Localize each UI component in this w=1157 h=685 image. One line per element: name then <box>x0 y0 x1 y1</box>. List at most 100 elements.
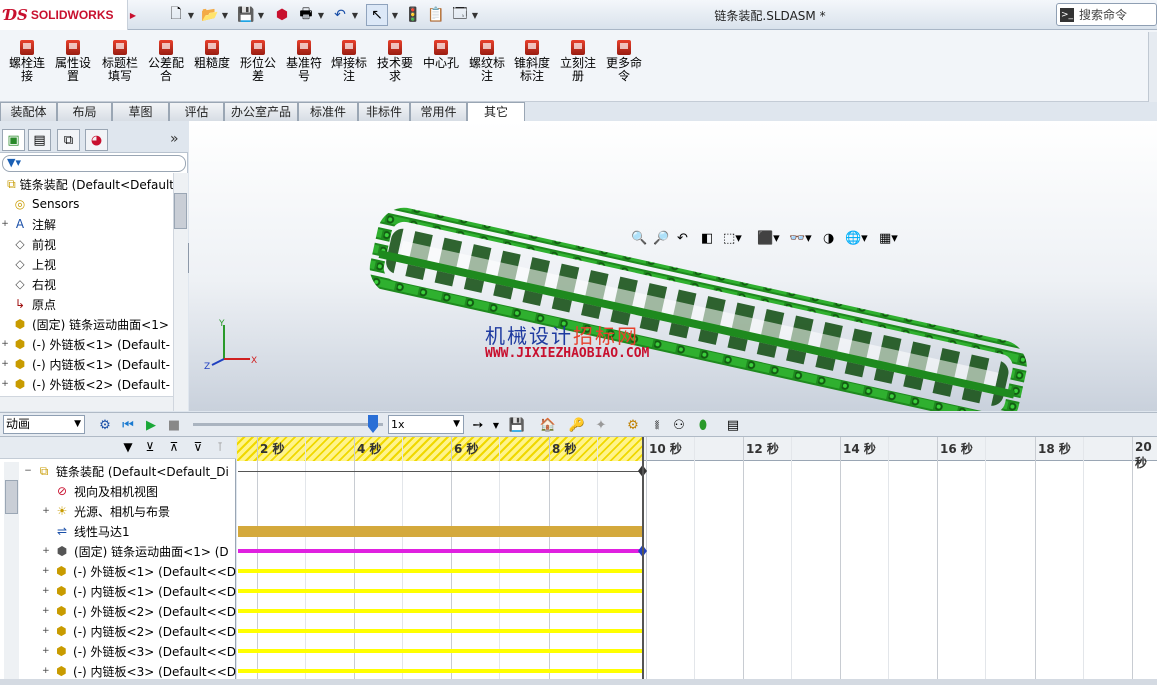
expand-icon[interactable]: + <box>40 646 52 656</box>
playback-mode-icon[interactable]: ➙ <box>470 416 486 434</box>
add-key-icon[interactable]: ✦ <box>592 416 610 434</box>
open-dropdown-icon[interactable]: ▼ <box>220 4 230 26</box>
time-bar[interactable] <box>642 437 644 685</box>
stop-icon[interactable]: ■ <box>165 416 183 434</box>
motor-timeline-bar[interactable] <box>238 526 642 537</box>
undo-icon[interactable]: ↶ <box>330 4 350 26</box>
graphics-viewport[interactable]: 🔍 🔎 ↶ ◧ ⬚▾ ⬛▾ 👓▾ ◑ 🌐▾ ▦▾ Y X Z <box>189 121 1157 411</box>
study-type-select[interactable]: 动画 ▼ <box>3 415 85 434</box>
tab[interactable]: 布局 <box>57 102 112 121</box>
component-timeline-bar[interactable] <box>238 649 642 653</box>
filter-results-icon[interactable]: ⊽ <box>190 440 206 456</box>
expand-icon[interactable]: − <box>22 466 34 476</box>
command-button[interactable]: 中心孔 <box>419 40 463 70</box>
feature-tree-item[interactable]: ◇ 上视 <box>0 254 174 274</box>
options-icon[interactable]: 🗔 <box>450 4 470 26</box>
new-document-icon[interactable]: 🗋 <box>166 4 186 26</box>
tab[interactable]: 其它 <box>467 102 525 122</box>
tree-hscrollbar[interactable] <box>0 396 173 411</box>
component-timeline-bar[interactable] <box>238 569 642 573</box>
component-timeline-bar[interactable] <box>238 609 642 613</box>
motion-tree-item[interactable]: + ⬢ (-) 内链板<3> (Default<<D <box>22 661 236 681</box>
feature-tree-item[interactable]: + ⬢ (-) 外链板<1> (Default- <box>0 334 174 354</box>
timeline[interactable] <box>237 437 1157 685</box>
save-icon[interactable]: 💾 <box>236 4 256 26</box>
expand-icon[interactable]: + <box>40 666 52 676</box>
command-button[interactable]: 立刻注册 <box>556 40 600 83</box>
filter-disabled-icon[interactable]: ⊺ <box>212 440 228 456</box>
autokey-icon[interactable]: 🔑 <box>568 416 586 434</box>
make-assembly-icon[interactable]: ⬢ <box>272 4 292 26</box>
tree-scroll-thumb[interactable] <box>174 193 187 229</box>
component-timeline-bar[interactable] <box>238 549 642 553</box>
open-folder-icon[interactable]: 📂 <box>200 4 220 26</box>
animation-wizard-icon[interactable]: 🏠 <box>538 416 558 434</box>
file-properties-icon[interactable]: 📋 <box>426 4 446 26</box>
contact-icon[interactable]: ⚇ <box>670 416 688 434</box>
save-dropdown-icon[interactable]: ▼ <box>256 4 266 26</box>
motor-icon[interactable]: ⚙ <box>624 416 642 434</box>
filter-driving-icon[interactable]: ⊻ <box>142 440 158 456</box>
motion-tree-item[interactable]: + ⬢ (固定) 链条运动曲面<1> (D <box>22 541 236 561</box>
motion-tree-scroll-thumb[interactable] <box>5 480 18 514</box>
command-button[interactable]: 属性设置 <box>51 40 95 83</box>
command-button[interactable]: 锥斜度标注 <box>510 40 554 83</box>
expand-icon[interactable]: + <box>0 359 10 369</box>
feature-tree-item[interactable]: ◎ Sensors <box>0 194 174 214</box>
feature-tree-item[interactable]: ◇ 右视 <box>0 274 174 294</box>
feature-tree-item[interactable]: ⧉ 链条装配 (Default<Default <box>0 174 174 194</box>
component-timeline-bar[interactable] <box>238 589 642 593</box>
expand-icon[interactable]: + <box>0 219 10 229</box>
search-input[interactable]: >_ 搜索命令 <box>1056 3 1157 26</box>
command-button[interactable]: 焊接标注 <box>327 40 371 83</box>
command-button[interactable]: 形位公差 <box>236 40 280 83</box>
feature-tree-item[interactable]: ◇ 前视 <box>0 234 174 254</box>
command-button[interactable]: 螺纹标注 <box>465 40 509 83</box>
expand-icon[interactable]: + <box>40 626 52 636</box>
play-from-start-icon[interactable]: ⏮ <box>119 416 137 434</box>
expand-icon[interactable]: + <box>40 546 52 556</box>
menu-arrow-icon[interactable]: ▶ <box>128 0 138 30</box>
filter-selected-icon[interactable]: ⊼ <box>166 440 182 456</box>
command-button[interactable]: 基准符号 <box>282 40 326 83</box>
playback-speed-select[interactable]: 1x ▼ <box>388 415 464 434</box>
motion-tree-item[interactable]: + ⬢ (-) 外链板<1> (Default<<D <box>22 561 236 581</box>
solidworks-logo[interactable]: ƊS SOLIDWORKS <box>0 0 128 30</box>
motion-tree-item[interactable]: + ⬢ (-) 内链板<2> (Default<<D <box>22 621 236 641</box>
motion-tree-item[interactable]: + ⬢ (-) 内链板<1> (Default<<D <box>22 581 236 601</box>
rebuild-icon[interactable]: 🚦 <box>404 4 422 26</box>
motion-tree-item[interactable]: + ☀ 光源、相机与布景 <box>22 501 236 521</box>
calculate-icon[interactable]: ⚙ <box>96 416 114 434</box>
feature-tree-item[interactable]: ↳ 原点 <box>0 294 174 314</box>
select-icon[interactable]: ↖ <box>366 4 388 26</box>
tab[interactable]: 评估 <box>169 102 224 121</box>
tab[interactable]: 草图 <box>112 102 169 121</box>
motion-tree-item[interactable]: + ⬢ (-) 外链板<2> (Default<<D <box>22 601 236 621</box>
expand-icon[interactable]: + <box>40 566 52 576</box>
feature-tree-item[interactable]: + ⬢ (-) 内链板<1> (Default- <box>0 354 174 374</box>
feature-tree-item[interactable]: + ⬢ (-) 外链板<2> (Default- <box>0 374 174 394</box>
assembly-timeline-bar[interactable] <box>238 471 642 472</box>
expand-icon[interactable]: + <box>40 586 52 596</box>
new-dropdown-icon[interactable]: ▼ <box>186 4 196 26</box>
spring-icon[interactable]: ⧛ <box>648 416 666 434</box>
playback-slider-track[interactable] <box>193 423 383 426</box>
component-timeline-bar[interactable] <box>238 629 642 633</box>
command-button[interactable]: 标题栏填写 <box>98 40 142 83</box>
more-tabs-icon[interactable]: » <box>170 131 179 147</box>
command-button[interactable]: 公差配合 <box>144 40 188 83</box>
command-button[interactable]: 螺栓连接 <box>5 40 49 83</box>
command-button[interactable]: 粗糙度 <box>190 40 234 70</box>
undo-dropdown-icon[interactable]: ▼ <box>350 4 360 26</box>
expand-icon[interactable]: + <box>0 339 10 349</box>
motion-tree-item[interactable]: + ⬢ (-) 外链板<3> (Default<<D <box>22 641 236 661</box>
property-manager-tab-icon[interactable]: ▤ <box>28 129 51 151</box>
options-dropdown-icon[interactable]: ▼ <box>470 4 480 26</box>
playback-mode-dropdown-icon[interactable]: ▼ <box>490 416 502 434</box>
motion-tree-item[interactable]: ⊘ 视向及相机视图 <box>22 481 236 501</box>
display-manager-tab-icon[interactable]: ◕ <box>85 129 108 151</box>
expand-icon[interactable]: + <box>40 606 52 616</box>
tab[interactable]: 办公室产品 <box>224 102 298 121</box>
print-dropdown-icon[interactable]: ▼ <box>316 4 326 26</box>
tab[interactable]: 常用件 <box>410 102 467 121</box>
